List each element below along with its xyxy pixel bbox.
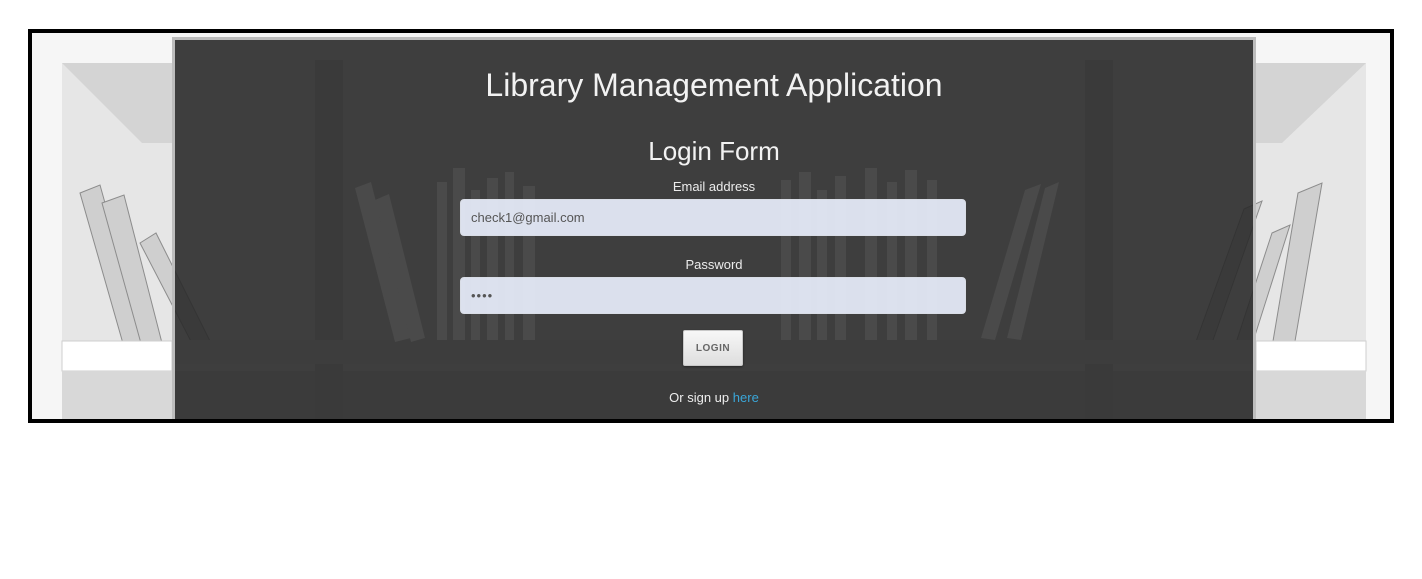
login-form-title: Login Form: [648, 136, 780, 166]
page-frame: Library Management Application Login For…: [28, 29, 1394, 423]
email-field[interactable]: [460, 199, 966, 236]
signup-link[interactable]: here: [733, 390, 759, 405]
signup-prompt: Or sign up here: [175, 390, 1253, 405]
app-title: Library Management Application: [485, 67, 943, 103]
login-button[interactable]: LOGIN: [683, 330, 743, 366]
password-label: Password: [685, 257, 743, 272]
email-label: Email address: [672, 179, 756, 194]
password-field[interactable]: [460, 277, 966, 314]
login-panel: Library Management Application Login For…: [172, 37, 1256, 419]
signup-prefix-text: Or sign up: [669, 390, 730, 405]
